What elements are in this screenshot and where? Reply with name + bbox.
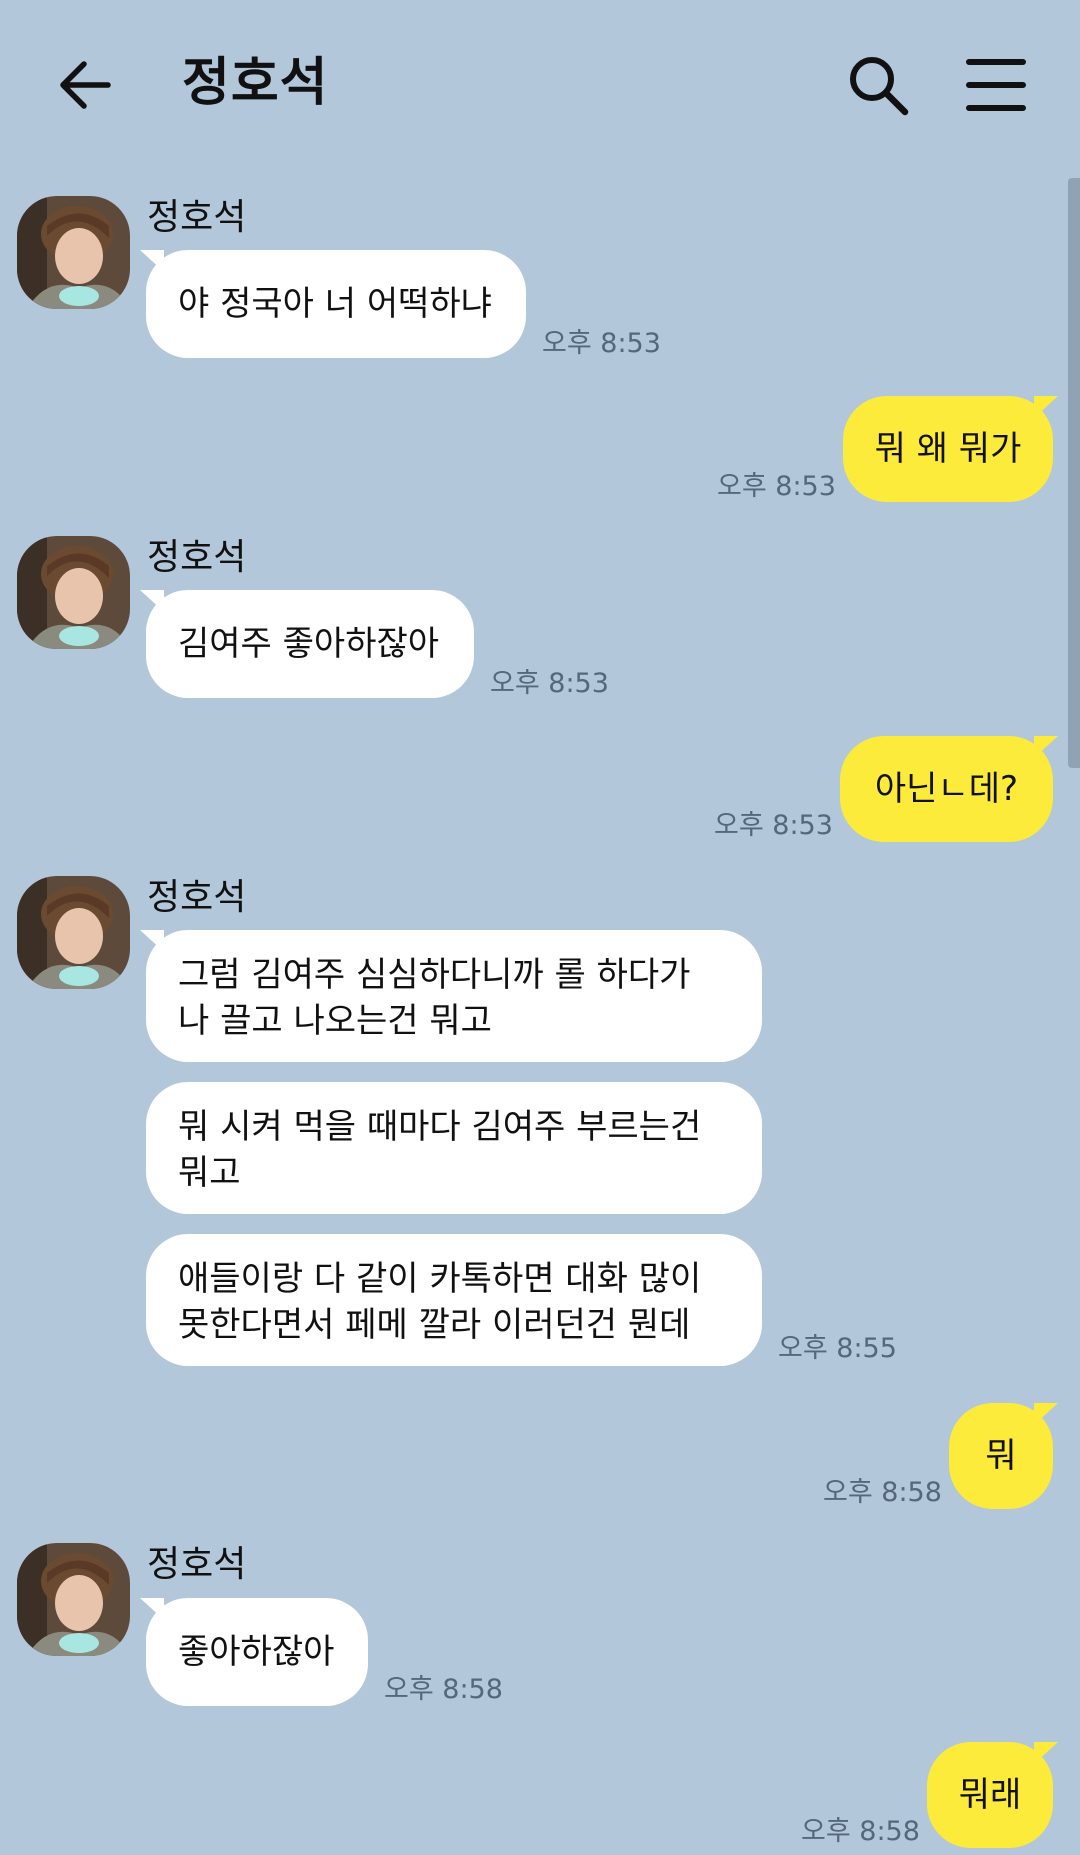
bubble-tail [1034, 1742, 1058, 1764]
message-time: 오후 8:53 [717, 471, 836, 502]
avatar[interactable] [17, 536, 130, 649]
message-text: 뭐 왜 뭐가 [874, 429, 1022, 469]
avatar[interactable] [17, 196, 130, 309]
hamburger-menu-icon [966, 59, 1026, 111]
message-text: 애들이랑 다 같이 카톡하면 대화 많이 못한다면서 페메 깔라 이러던건 뭔데 [178, 1259, 702, 1345]
bubble-tail [1034, 736, 1058, 758]
bubble-tail [1034, 396, 1058, 418]
message-bubble-incoming[interactable]: 애들이랑 다 같이 카톡하면 대화 많이 못한다면서 페메 깔라 이러던건 뭔데 [146, 1234, 762, 1366]
message-text: 뭐 시켜 먹을 때마다 김여주 부르는건 뭐고 [178, 1107, 702, 1193]
scrollbar[interactable] [1068, 178, 1080, 768]
message-time: 오후 8:58 [801, 1816, 920, 1847]
sender-name: 정호석 [147, 1544, 247, 1585]
chat-header: 정호석 [0, 0, 1080, 170]
sender-name: 정호석 [147, 537, 247, 578]
arrow-left-icon [60, 61, 111, 109]
message-time: 오후 8:58 [823, 1477, 942, 1508]
message-bubble-incoming[interactable]: 뭐 시켜 먹을 때마다 김여주 부르는건 뭐고 [146, 1082, 762, 1214]
sender-name: 정호석 [147, 877, 247, 918]
message-time: 오후 8:55 [778, 1333, 897, 1364]
chat-title: 정호석 [182, 53, 329, 113]
message-bubble-incoming[interactable]: 김여주 좋아하잖아 [146, 590, 474, 698]
message-time: 오후 8:58 [384, 1674, 503, 1705]
message-text: 야 정국아 너 어떡하냐 [178, 284, 492, 324]
sender-name: 정호석 [147, 197, 247, 238]
message-time: 오후 8:53 [490, 668, 609, 699]
message-text: 뭐래 [958, 1775, 1022, 1815]
avatar[interactable] [17, 876, 130, 989]
back-button[interactable] [55, 50, 115, 120]
message-text: 김여주 좋아하잖아 [178, 624, 440, 664]
menu-button[interactable] [966, 56, 1026, 114]
bubble-tail [1034, 1403, 1058, 1425]
search-icon [850, 57, 909, 116]
message-text: 아닌ㄴ데? [874, 769, 1019, 809]
message-bubble-incoming[interactable]: 그럼 김여주 심심하다니까 롤 하다가 나 끌고 나오는건 뭐고 [146, 930, 762, 1062]
search-button[interactable] [845, 52, 911, 118]
message-time: 오후 8:53 [542, 328, 661, 359]
message-bubble-outgoing[interactable]: 아닌ㄴ데? [840, 736, 1053, 842]
message-bubble-incoming[interactable]: 좋아하잖아 [146, 1598, 368, 1706]
message-text: 그럼 김여주 심심하다니까 롤 하다가 나 끌고 나오는건 뭐고 [178, 955, 691, 1041]
message-bubble-incoming[interactable]: 야 정국아 너 어떡하냐 [146, 250, 526, 358]
avatar[interactable] [17, 1543, 130, 1656]
message-text: 뭐 [985, 1436, 1017, 1476]
message-time: 오후 8:53 [714, 810, 833, 841]
message-text: 좋아하잖아 [178, 1632, 335, 1672]
message-bubble-outgoing[interactable]: 뭐 왜 뭐가 [843, 396, 1053, 502]
